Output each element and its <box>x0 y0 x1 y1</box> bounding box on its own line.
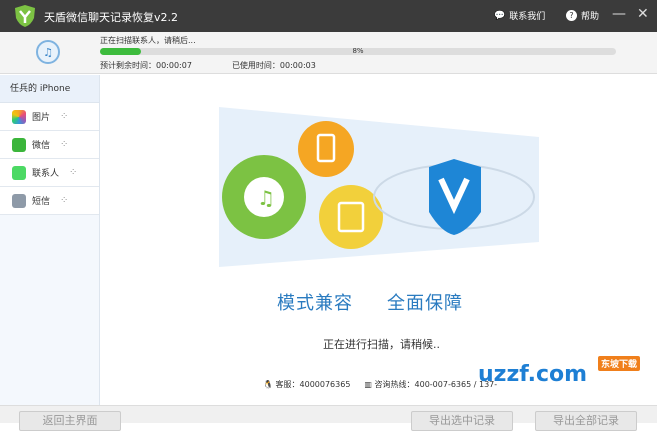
minimize-button[interactable]: — <box>612 6 626 22</box>
help-icon: ? <box>566 10 577 21</box>
sidebar-item-label: 短信 <box>32 197 51 207</box>
loading-spinner-icon: ⁘ <box>69 167 78 178</box>
phone-gear-icon <box>298 121 354 177</box>
svg-text:♫: ♫ <box>257 186 275 210</box>
messages-icon <box>12 165 26 180</box>
wechat-icon <box>12 137 26 152</box>
device-name[interactable]: 任兵的 iPhone <box>0 75 99 103</box>
photos-icon <box>12 109 26 124</box>
contact-us-button[interactable]: 💬 联系我们 <box>494 9 546 23</box>
scanning-text: 正在进行扫描，请稍候.. <box>323 338 440 351</box>
elapsed-time: 已使用时间：00:00:03 <box>231 61 316 70</box>
loading-spinner-icon: ⁘ <box>60 111 69 122</box>
sidebar-item-sms[interactable]: 短信 ⁘ <box>0 187 99 215</box>
loading-spinner-icon: ⁘ <box>60 195 69 206</box>
chat-icon: 💬 <box>494 10 506 21</box>
music-scan-icon: ♫ <box>36 40 60 64</box>
export-selected-button[interactable]: 导出选中记录 <box>411 411 513 431</box>
progress-label: 8% <box>352 47 364 55</box>
export-all-button[interactable]: 导出全部记录 <box>535 411 637 431</box>
sidebar-item-wechat[interactable]: 微信 ⁘ <box>0 131 99 159</box>
slogan-protection: 全面保障 <box>387 293 463 314</box>
watermark-tag: 东坡下载 <box>598 356 641 371</box>
sidebar-item-label: 联系人 <box>32 169 60 179</box>
scan-status: 正在扫描联系人，请稍后... <box>100 36 196 45</box>
sidebar: 任兵的 iPhone 图片 ⁘ 微信 ⁘ 联系人 ⁘ 短信 ⁘ <box>0 75 100 405</box>
watermark-text: uzzf.com <box>478 362 588 387</box>
progress-bar: 8% <box>100 47 616 55</box>
main-panel: ♫ 模式兼容 全面保障 正在进行扫描，请稍候.. 🐧 客服：4000076365 … <box>101 75 657 405</box>
close-button[interactable]: ✕ <box>637 6 649 22</box>
help-button[interactable]: ? 帮助 <box>566 9 599 22</box>
sidebar-item-photos[interactable]: 图片 ⁘ <box>0 103 99 131</box>
slogan: 模式兼容 全面保障 <box>277 289 497 315</box>
sidebar-item-label: 微信 <box>32 141 51 151</box>
remaining-time: 预计剩余时间：00:00:07 <box>100 61 192 70</box>
scan-progress-panel: ♫ 正在扫描联系人，请稍后... 8% 预计剩余时间：00:00:07 已使用时间… <box>0 32 657 74</box>
phone-book-icon: ▥ <box>364 380 372 389</box>
shield-logo-icon <box>15 5 35 27</box>
footer: 返回主界面 导出选中记录 导出全部记录 <box>0 405 657 431</box>
sidebar-item-label: 图片 <box>32 113 51 123</box>
app-title: 天盾微信聊天记录恢复v2.2 <box>44 11 179 24</box>
title-bar: 天盾微信聊天记录恢复v2.2 💬 联系我们 ? 帮助 — ✕ <box>0 0 657 32</box>
contact-label: 联系我们 <box>509 12 546 22</box>
watermark-logo: uzzf.com 东坡下载 <box>478 356 641 387</box>
contacts-book-icon <box>12 193 26 208</box>
back-to-main-button[interactable]: 返回主界面 <box>19 411 121 431</box>
sidebar-item-contacts[interactable]: 联系人 ⁘ <box>0 159 99 187</box>
compatibility-illustration: ♫ <box>219 107 539 267</box>
slogan-compatible: 模式兼容 <box>277 293 353 314</box>
contact-info: 🐧 客服：4000076365 ▥ 咨询热线：400-007-6365 / 13… <box>263 379 497 390</box>
qq-icon: 🐧 <box>263 380 273 389</box>
help-label: 帮助 <box>581 12 600 22</box>
service-number: 客服：4000076365 <box>275 380 351 389</box>
loading-spinner-icon: ⁘ <box>60 139 69 150</box>
